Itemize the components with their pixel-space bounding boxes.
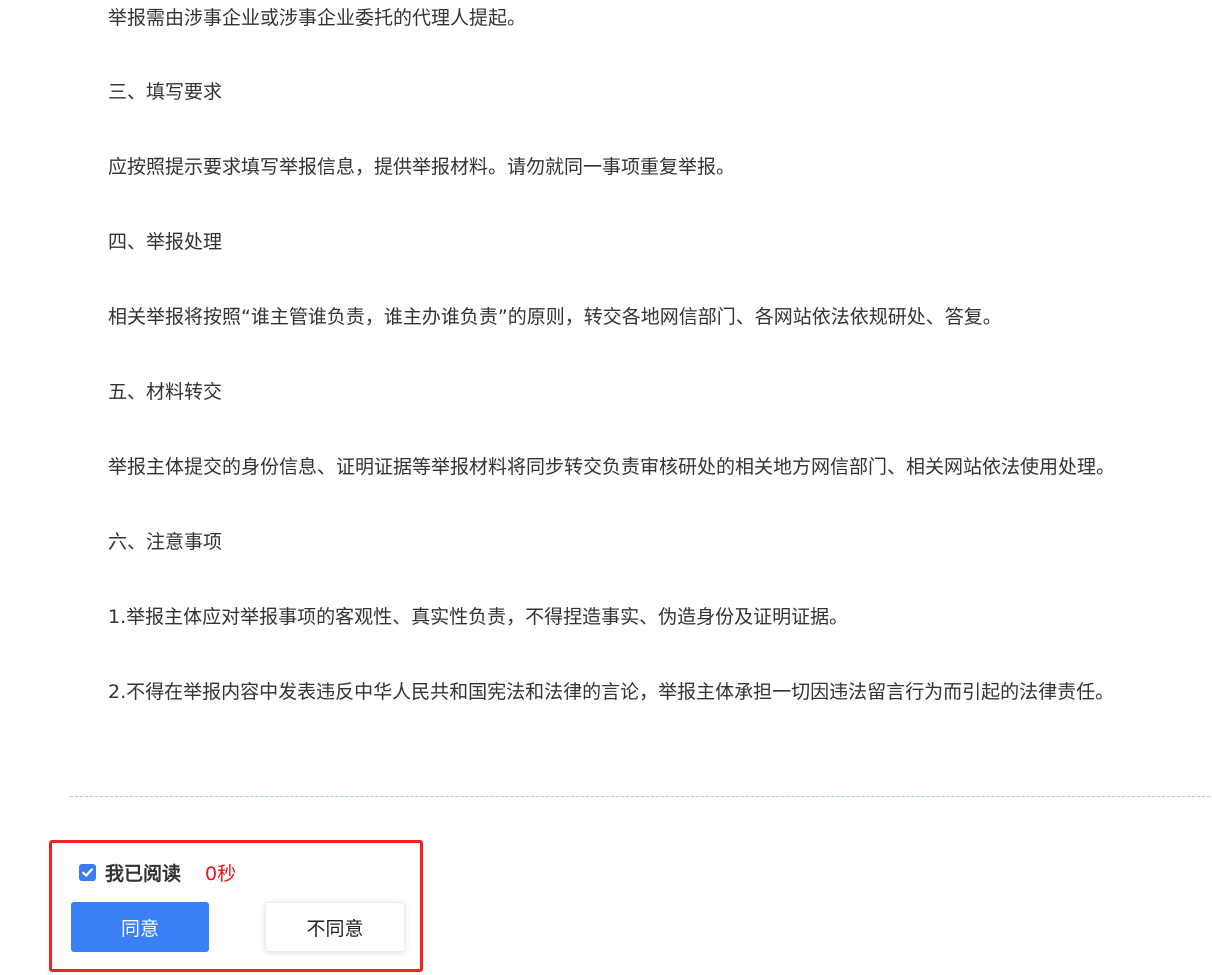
notice-paragraph: 1.举报主体应对举报事项的客观性、真实性负责，不得捏造事实、伪造身份及证明证据。 [108,606,849,628]
notice-paragraph: 举报需由涉事企业或涉事企业委托的代理人提起。 [108,7,527,29]
checkmark-icon [82,867,93,877]
read-checkbox[interactable] [79,863,96,881]
notice-paragraph: 2.不得在举报内容中发表违反中华人民共和国宪法和法律的言论，举报主体承担一切因违… [108,681,1115,703]
section-heading: 四、举报处理 [108,231,223,253]
section-heading: 三、填写要求 [108,81,223,103]
agree-button[interactable]: 同意 [71,902,209,952]
read-label[interactable]: 我已阅读 [105,859,181,886]
disagree-button[interactable]: 不同意 [265,902,405,952]
notice-paragraph: 应按照提示要求填写举报信息，提供举报材料。请勿就同一事项重复举报。 [108,156,736,178]
notice-paragraph: 举报主体提交的身份信息、证明证据等举报材料将同步转交负责审核研处的相关地方网信部… [108,456,1116,478]
section-heading: 五、材料转交 [108,381,223,403]
read-confirmation-row: 我已阅读 0秒 [79,857,236,887]
consent-panel: 我已阅读 0秒 同意 不同意 [49,840,423,972]
notice-paragraph: 相关举报将按照“谁主管谁负责，谁主办谁负责”的原则，转交各地网信部门、各网站依法… [108,306,1002,328]
countdown-timer: 0秒 [205,862,237,885]
section-heading: 六、注意事项 [108,531,223,553]
dashed-divider [70,796,1210,797]
